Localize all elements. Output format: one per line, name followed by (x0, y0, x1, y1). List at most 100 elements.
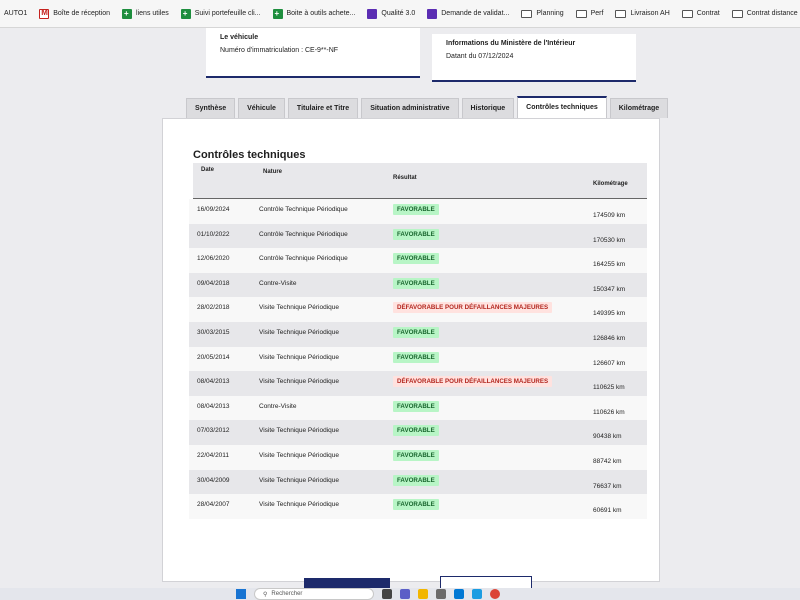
bookmark-item[interactable]: Boîte de réception (39, 8, 111, 19)
bookmark-item[interactable]: AUTO1 (4, 10, 27, 17)
row-date: 09/04/2018 (197, 279, 230, 287)
row-date: 28/04/2007 (197, 501, 230, 509)
tab-historique[interactable]: Historique (461, 98, 515, 118)
row-nature: Visite Technique Périodique (259, 451, 339, 459)
row-result: DÉFAVORABLE POUR DÉFAILLANCES MAJEURES (393, 376, 553, 388)
gmail-icon (39, 8, 50, 19)
row-mileage: 170530 km (593, 236, 626, 244)
page-content: Le véhicule Numéro d'immatriculation : C… (0, 28, 800, 590)
row-result: FAVORABLE (393, 351, 439, 363)
row-mileage: 126607 km (593, 359, 626, 367)
row-result: FAVORABLE (393, 326, 439, 338)
forms-icon (367, 8, 378, 19)
row-nature: Contrôle Technique Périodique (259, 230, 348, 238)
bookmark-item[interactable]: Contrat (681, 9, 720, 18)
table-row: 20/05/2014 Visite Technique Périodique FAV… (189, 346, 647, 372)
row-date: 30/04/2009 (197, 476, 230, 484)
row-mileage: 110626 km (593, 408, 625, 416)
tab-kilométrage[interactable]: Kilométrage (609, 98, 669, 118)
row-mileage: 90438 km (593, 433, 622, 441)
result-badge: DÉFAVORABLE POUR DÉFAILLANCES MAJEURES (393, 302, 553, 314)
bookmark-item[interactable]: Contrat distance (731, 9, 798, 18)
table-row: 22/04/2011 Visite Technique Périodique FAV… (189, 444, 647, 470)
bookmark-label: Perf (590, 10, 604, 17)
vehicle-card: Le véhicule Numéro d'immatriculation : C… (206, 28, 420, 78)
table-row: 01/10/2022 Contrôle Technique Périodique F… (189, 223, 647, 249)
tab-contrôles-techniques[interactable]: Contrôles techniques (517, 96, 607, 118)
row-date: 01/10/2022 (197, 230, 230, 238)
bookmark-label: Boite à outils achete... (286, 10, 356, 17)
bookmark-label: Boîte de réception (53, 10, 111, 17)
task-view-icon[interactable] (382, 589, 392, 599)
tab-synthèse[interactable]: Synthèse (186, 98, 236, 118)
bookmark-item[interactable]: Demande de validat... (427, 8, 510, 19)
ministry-date: Datant du 07/12/2024 (446, 53, 514, 60)
file-explorer-icon[interactable] (418, 589, 428, 599)
header-date: Date (201, 167, 215, 173)
row-nature: Contre-Visite (259, 402, 297, 410)
bookmark-label: Contrat (696, 10, 720, 17)
bookmark-item[interactable]: liens utiles (122, 8, 169, 19)
row-nature: Visite Technique Périodique (259, 476, 339, 484)
result-badge: FAVORABLE (393, 400, 439, 412)
row-date: 16/09/2024 (197, 206, 230, 213)
row-nature: Contre-Visite (259, 279, 297, 287)
ministry-card-title: Informations du Ministère de l'Intérieur (446, 40, 576, 47)
table-row: 08/04/2013 Visite Technique Périodique DÉF… (189, 371, 647, 396)
row-mileage: 164255 km (593, 261, 626, 269)
result-badge: FAVORABLE (393, 253, 439, 265)
store-icon[interactable] (436, 589, 446, 599)
result-badge: FAVORABLE (393, 449, 439, 461)
bookmark-label: Demande de validat... (441, 10, 510, 17)
table-header: Date Nature Résultat Kilométrage (193, 163, 647, 199)
header-km: Kilométrage (593, 181, 628, 187)
row-mileage: 126846 km (593, 334, 626, 342)
bookmark-item[interactable]: Qualité 3.0 (367, 8, 415, 19)
vehicle-card-title: Le véhicule (220, 34, 259, 41)
row-result: FAVORABLE (393, 400, 439, 412)
table-row: 07/03/2012 Visite Technique Périodique FAV… (189, 420, 647, 445)
bookmark-item[interactable]: Perf (575, 9, 604, 18)
bookmark-item[interactable]: Planning (521, 9, 564, 18)
row-result: FAVORABLE (393, 253, 439, 265)
row-date: 22/04/2011 (197, 451, 230, 459)
windows-start-icon[interactable] (236, 589, 246, 599)
row-nature: Visite Technique Périodique (259, 328, 339, 336)
row-nature: Visite Technique Périodique (259, 378, 339, 386)
table-row: 30/03/2015 Visite Technique Périodique FAV… (189, 321, 647, 347)
teams-icon[interactable] (400, 589, 410, 599)
bookmark-label: AUTO1 (4, 10, 28, 17)
bookmark-item[interactable]: Livraison AH (615, 9, 670, 18)
row-nature: Contrôle Technique Périodique (259, 206, 348, 213)
sheets-icon (272, 8, 283, 19)
tab-titulaire-et-titre[interactable]: Titulaire et Titre (287, 98, 359, 118)
result-badge: FAVORABLE (393, 277, 439, 289)
outlook-icon[interactable] (454, 589, 464, 599)
row-nature: Visite Technique Périodique (259, 501, 339, 509)
bookmark-item[interactable]: Suivi portefeuille cli... (180, 8, 261, 19)
row-result: FAVORABLE (393, 204, 439, 215)
result-badge: DÉFAVORABLE POUR DÉFAILLANCES MAJEURES (393, 376, 553, 388)
tab-situation-administrative[interactable]: Situation administrative (361, 98, 459, 118)
result-badge: FAVORABLE (393, 228, 439, 240)
forms-icon (427, 8, 438, 19)
table-row: 30/04/2009 Visite Technique Périodique FAV… (189, 469, 647, 495)
tab-véhicule[interactable]: Véhicule (238, 98, 285, 118)
chrome-icon[interactable] (490, 589, 500, 599)
folder-icon (681, 9, 693, 18)
row-date: 28/02/2018 (197, 304, 230, 312)
result-badge: FAVORABLE (393, 326, 439, 338)
header-result: Résultat (393, 175, 417, 181)
folder-icon (575, 9, 587, 18)
taskbar-search[interactable]: ⚲ Rechercher (254, 588, 374, 600)
folder-icon (731, 9, 743, 18)
bookmarks-bar: AUTO1 Boîte de réception liens utiles Suivi… (0, 0, 800, 28)
header-nature: Nature (263, 169, 283, 175)
row-nature: Visite Technique Périodique (259, 304, 339, 312)
edge-icon[interactable] (472, 589, 482, 599)
bookmark-item[interactable]: Boite à outils achete... (272, 8, 356, 19)
result-badge: FAVORABLE (393, 204, 439, 215)
bookmark-label: Suivi portefeuille cli... (194, 10, 261, 17)
row-mileage: 88742 km (593, 457, 622, 465)
registration-number: Numéro d'immatriculation : CE-9**-NF (220, 47, 339, 54)
